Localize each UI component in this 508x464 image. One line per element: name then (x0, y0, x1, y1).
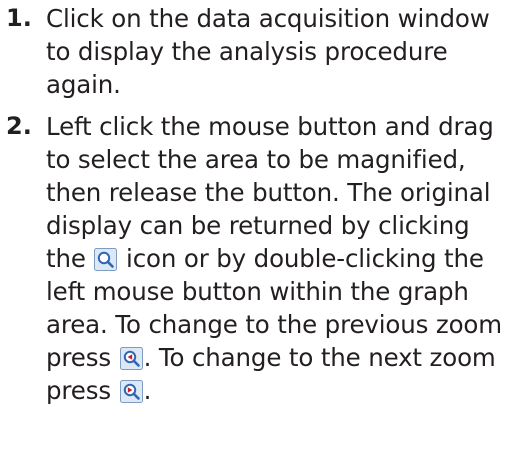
step-2-number: 2. (6, 112, 32, 140)
magnifier-next-zoom-icon (119, 380, 143, 403)
step-2: 2. Left click the mouse button and drag … (6, 110, 502, 407)
instruction-page: 1. Click on the data acquisition window … (0, 0, 508, 464)
step-1-number: 1. (6, 4, 32, 32)
instruction-steps: 1. Click on the data acquisition window … (6, 2, 502, 407)
step-2-text-part-d: . (143, 376, 152, 405)
magnifier-previous-zoom-icon (119, 347, 143, 370)
step-1-text: Click on the data acquisition window to … (46, 4, 490, 99)
step-2-text: Left click the mouse button and drag to … (46, 110, 502, 407)
step-1: 1. Click on the data acquisition window … (6, 2, 502, 101)
magnifier-reset-icon (94, 248, 118, 271)
